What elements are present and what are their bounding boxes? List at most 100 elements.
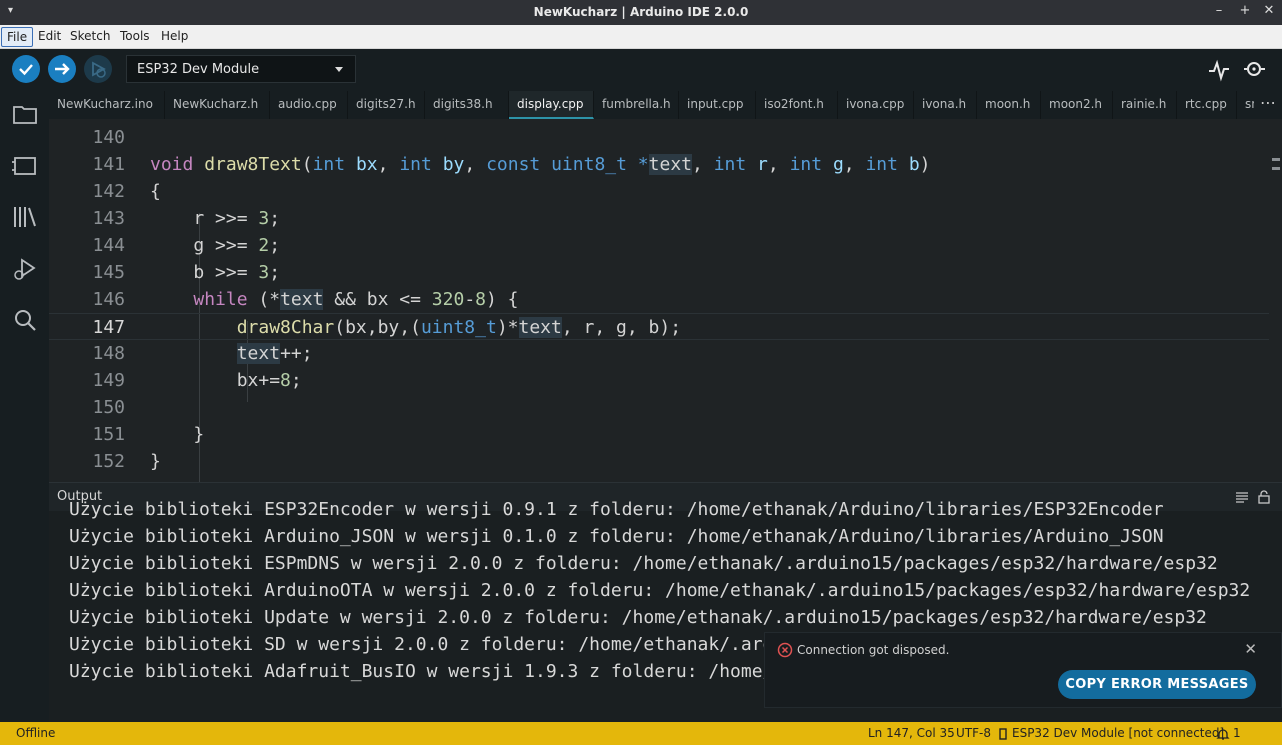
verify-button[interactable]	[12, 55, 40, 83]
code-line[interactable]: 148 text++;	[49, 340, 1269, 367]
line-number: 140	[92, 127, 125, 148]
code-token: (	[301, 154, 313, 175]
code-token: text	[236, 343, 281, 364]
code-line[interactable]: 152}	[49, 448, 1269, 475]
code-text: {	[150, 178, 161, 205]
code-line[interactable]: 146 while (*text && bx <= 320-8) {	[49, 286, 1269, 313]
lock-icon[interactable]	[1257, 490, 1271, 504]
code-line[interactable]: 142 {	[49, 178, 1269, 205]
cursor-position[interactable]: Ln 147, Col 35	[868, 726, 955, 740]
menu-edit[interactable]: Edit	[33, 27, 66, 47]
check-icon	[19, 64, 33, 76]
tab-newkucharz-ino[interactable]: NewKucharz.ino	[49, 91, 165, 119]
debug-sidebar-icon[interactable]	[12, 256, 38, 282]
board-manager-icon[interactable]	[12, 153, 38, 179]
tab-rtc-cpp[interactable]: rtc.cpp	[1177, 91, 1237, 119]
code-line[interactable]: 151 }	[49, 421, 1269, 448]
code-token: 8	[280, 370, 291, 391]
board-status[interactable]: ESP32 Dev Module [not connected]	[1012, 726, 1224, 740]
encoding-status[interactable]: UTF-8	[956, 726, 991, 740]
tab-ivona-h[interactable]: ivona.h	[914, 91, 977, 119]
code-token: ++;	[280, 343, 313, 364]
board-selector[interactable]: ESP32 Dev Module	[126, 55, 356, 83]
upload-button[interactable]	[48, 55, 76, 83]
code-line[interactable]: 141 void draw8Text(int bx, int by, const …	[49, 151, 1269, 178]
maximize-icon[interactable]: +	[1236, 3, 1254, 18]
tab-audio-cpp[interactable]: audio.cpp	[270, 91, 348, 119]
line-number: 143	[92, 208, 125, 229]
code-line[interactable]: 147 draw8Char(bx,by,(uint8_t)*text, r, g…	[49, 313, 1269, 340]
tab-rainie-h[interactable]: rainie.h	[1113, 91, 1177, 119]
tab-moon2-h[interactable]: moon2.h	[1041, 91, 1113, 119]
menu-bar: File Edit Sketch Tools Help	[0, 25, 1282, 49]
close-window-icon[interactable]: ✕	[1260, 3, 1278, 18]
code-token: int	[865, 154, 898, 175]
tab-input-cpp[interactable]: input.cpp	[679, 91, 756, 119]
code-token: int	[399, 154, 432, 175]
tab-moon-h[interactable]: moon.h	[977, 91, 1041, 119]
window-title: NewKucharz | Arduino IDE 2.0.0	[533, 5, 749, 19]
code-text: void draw8Text(int bx, int by, const uin…	[150, 151, 931, 178]
code-text: text++;	[150, 340, 313, 367]
activity-bar	[0, 91, 49, 722]
code-token: , r, g, b);	[561, 317, 682, 338]
code-token: )	[919, 154, 931, 175]
code-token: ,	[767, 154, 790, 175]
plotter-icon[interactable]	[1207, 58, 1231, 82]
code-token: ;	[290, 370, 302, 391]
code-token: (*	[247, 289, 281, 310]
code-token: ;	[269, 235, 281, 256]
tab-newkucharz-h[interactable]: NewKucharz.h	[165, 91, 270, 119]
close-icon[interactable]: ✕	[1244, 640, 1257, 658]
tab-digits27-h[interactable]: digits27.h	[348, 91, 425, 119]
error-notification: Connection got disposed. ✕ COPY ERROR ME…	[764, 632, 1282, 708]
copy-error-messages-button[interactable]: COPY ERROR MESSAGES	[1058, 670, 1256, 699]
arrow-right-icon	[55, 63, 70, 75]
line-number: 142	[92, 181, 125, 202]
menu-help[interactable]: Help	[156, 27, 193, 47]
tab-digits38-h[interactable]: digits38.h	[425, 91, 509, 119]
code-token: int	[312, 154, 346, 175]
board-selector-label: ESP32 Dev Module	[137, 62, 260, 77]
search-icon[interactable]	[12, 307, 38, 333]
code-editor[interactable]: 140 141 void draw8Text(int bx, int by, con…	[49, 119, 1282, 482]
magnifier-icon[interactable]	[1242, 58, 1268, 82]
code-token: && bx <=	[323, 289, 432, 310]
more-tabs-icon[interactable]: ⋯	[1254, 91, 1282, 119]
code-token: uint8_t	[551, 154, 627, 175]
arduino-ide-window: ▾ NewKucharz | Arduino IDE 2.0.0 – + ✕ F…	[0, 0, 1282, 745]
code-line[interactable]: 145 b >>= 3;	[49, 259, 1269, 286]
code-token: g >>=	[150, 235, 259, 256]
code-line[interactable]: 149 bx+=8;	[49, 367, 1269, 394]
code-line[interactable]: 140	[49, 124, 1269, 151]
tab-display-cpp[interactable]: display.cpp	[509, 91, 594, 119]
menu-tools[interactable]: Tools	[115, 27, 155, 47]
tab-iso2font-h[interactable]: iso2font.h	[756, 91, 838, 119]
tab-fumbrella-h[interactable]: fumbrella.h	[594, 91, 679, 119]
debug-button[interactable]	[84, 55, 112, 83]
code-token: -	[464, 289, 476, 310]
minimize-icon[interactable]: –	[1210, 3, 1228, 18]
code-token: draw8Text	[204, 154, 302, 175]
code-line[interactable]: 150	[49, 394, 1269, 421]
notification-bell-icon[interactable]	[1216, 727, 1230, 741]
code-line[interactable]: 144 g >>= 2;	[49, 232, 1269, 259]
library-icon[interactable]	[12, 204, 38, 230]
code-text: bx+=8;	[150, 367, 302, 394]
toolbar: ESP32 Dev Module	[0, 49, 1282, 91]
output-line: Użycie biblioteki ArduinoOTA w wersji 2.…	[69, 580, 1251, 601]
line-number: 151	[92, 424, 125, 445]
output-line: Użycie biblioteki Arduino_JSON w wersji …	[69, 526, 1164, 547]
code-token: uint8_t	[420, 317, 497, 338]
tab-ivona-cpp[interactable]: ivona.cpp	[838, 91, 914, 119]
code-token: ;	[269, 262, 281, 283]
code-token: ;	[269, 208, 281, 229]
menu-file[interactable]: File	[1, 27, 34, 47]
menu-sketch[interactable]: Sketch	[65, 27, 115, 47]
code-text: g >>= 2;	[150, 232, 280, 259]
folder-icon[interactable]	[12, 101, 38, 127]
code-line[interactable]: 143 r >>= 3;	[49, 205, 1269, 232]
